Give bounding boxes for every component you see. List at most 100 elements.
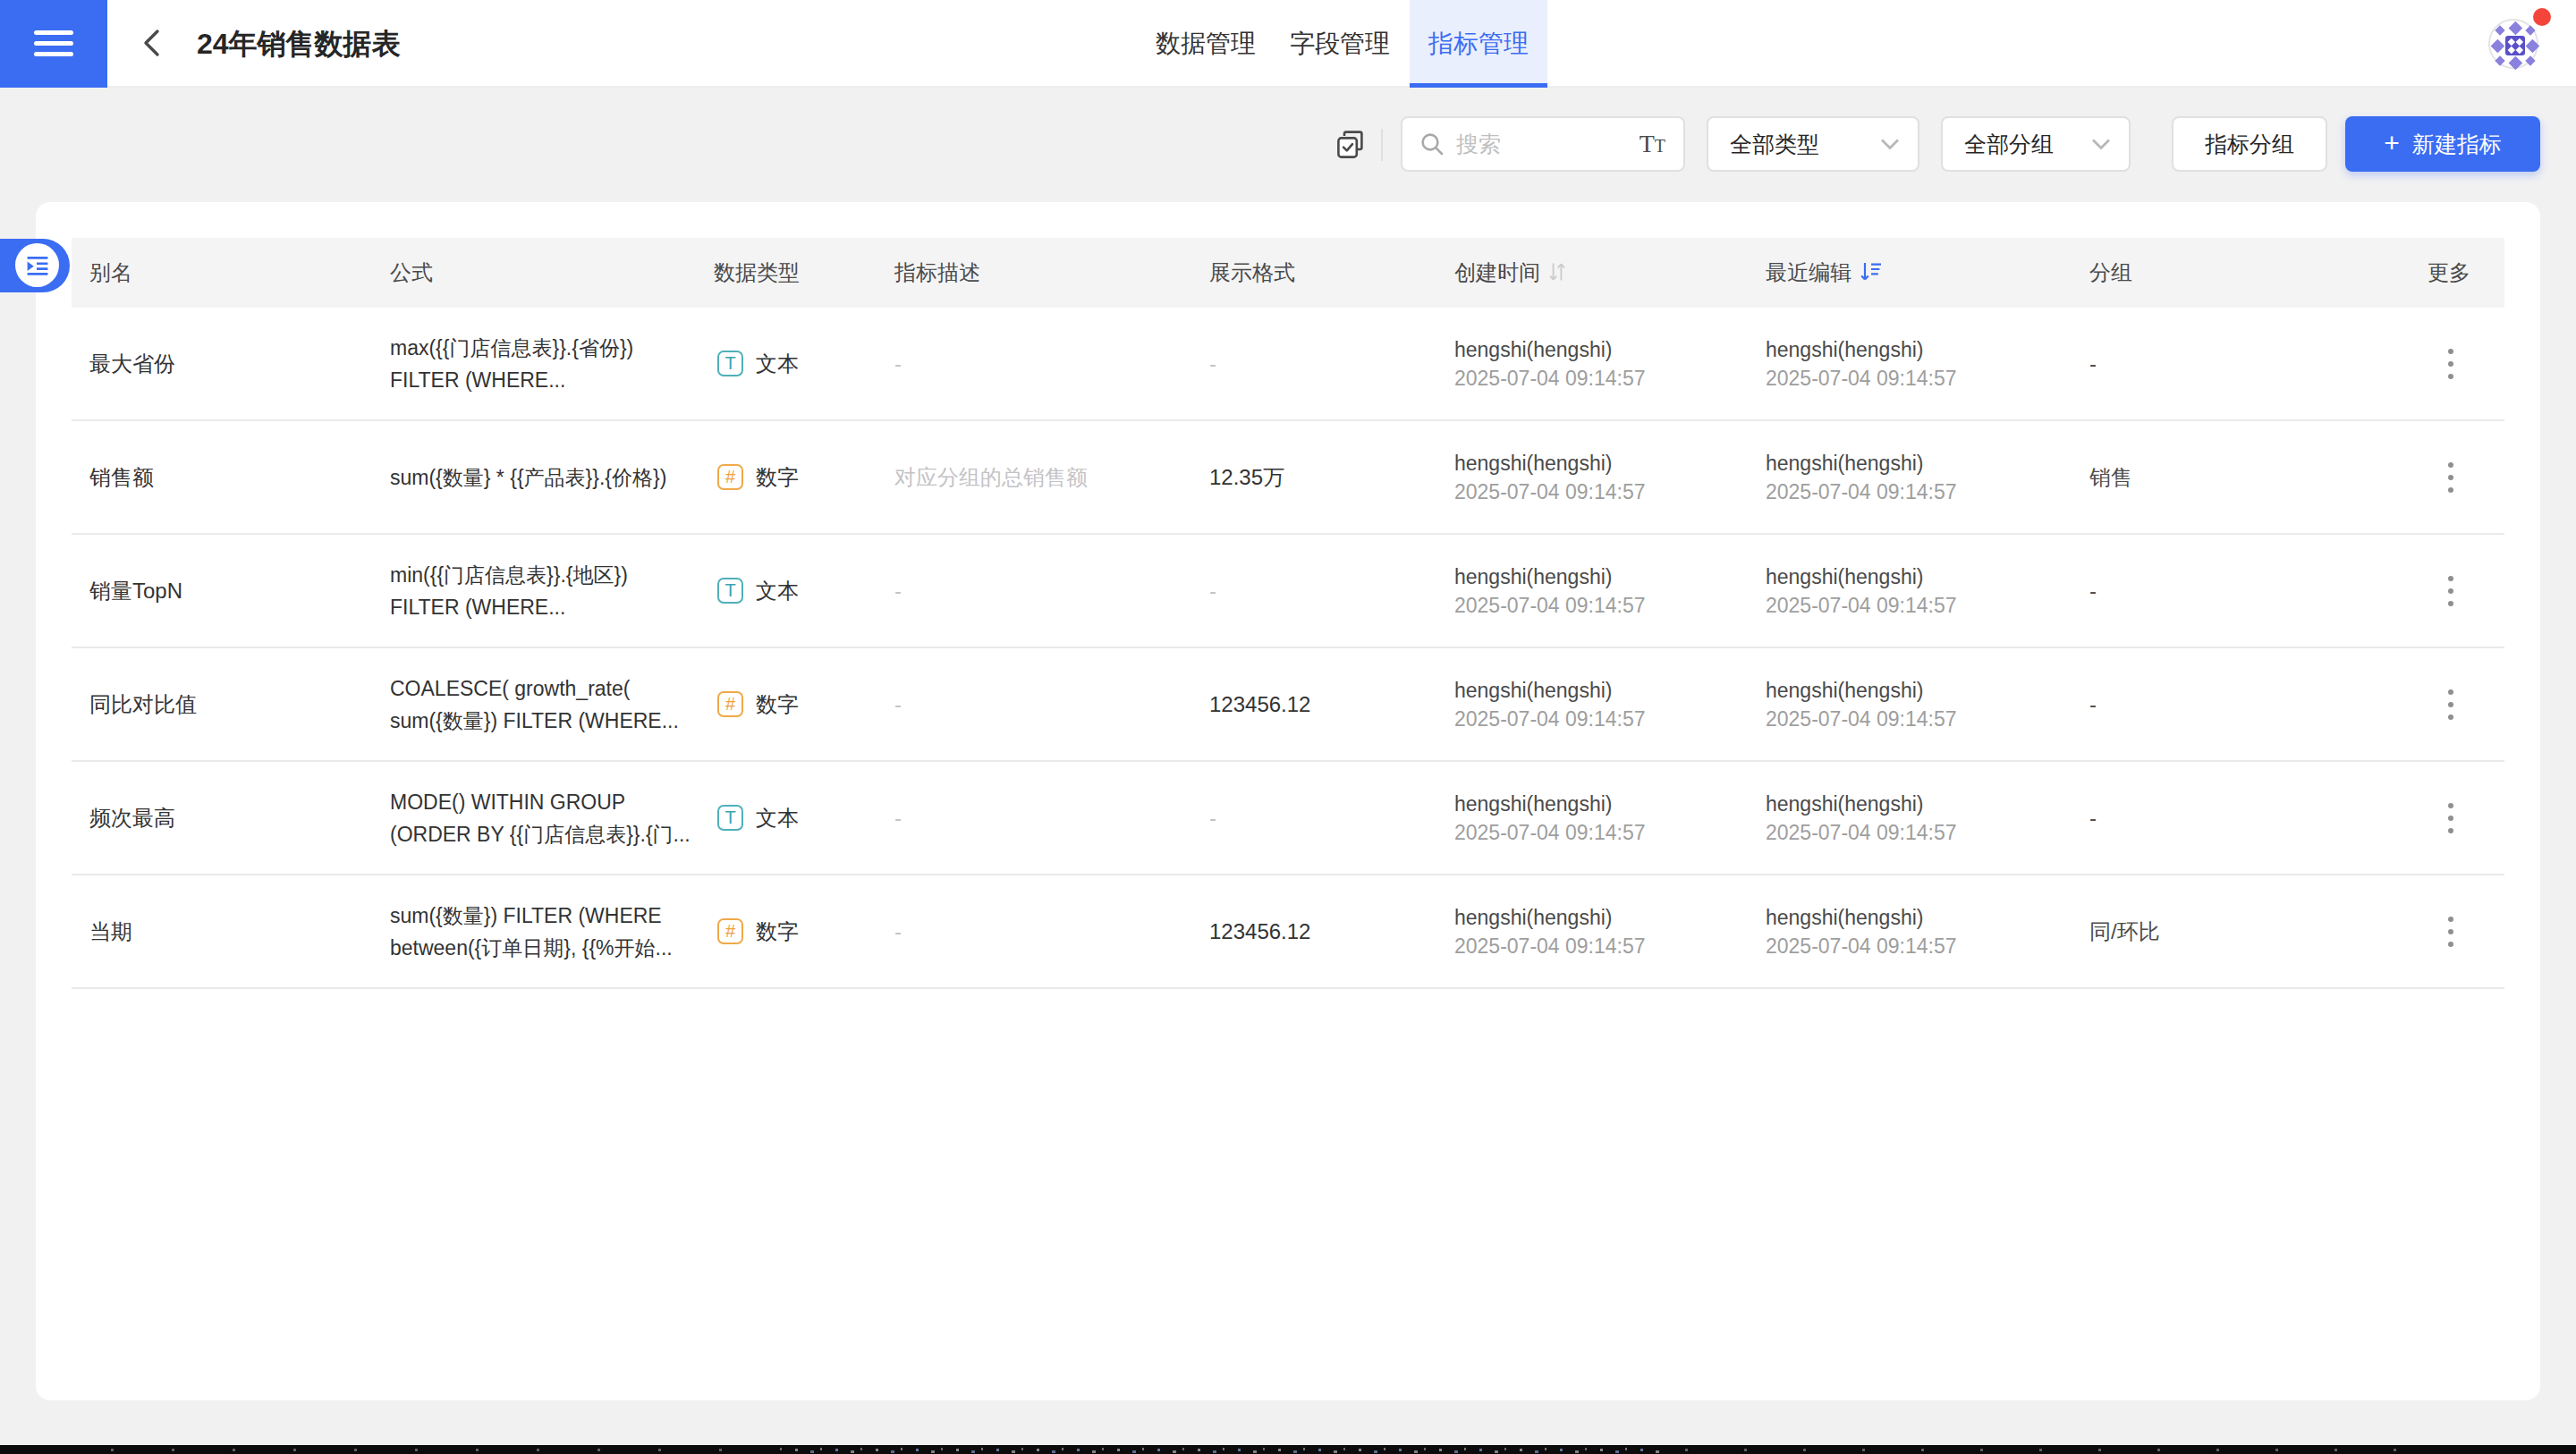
metric-formula: sum({数量}) FILTER (WHEREbetween({订单日期}, {… [390, 875, 673, 987]
more-actions-button[interactable] [2433, 308, 2469, 419]
more-actions-button[interactable] [2433, 875, 2469, 987]
batch-select-icon [1336, 131, 1365, 159]
created-info: hengshi(hengshi)2025-07-04 09:14:57 [1454, 535, 1646, 647]
col-header-description[interactable]: 指标描述 [894, 238, 980, 308]
created-info: hengshi(hengshi)2025-07-04 09:14:57 [1454, 875, 1646, 987]
col-header-edited[interactable]: 最近编辑 [1766, 238, 1883, 308]
more-actions-button[interactable] [2433, 762, 2469, 874]
created-info: hengshi(hengshi)2025-07-04 09:14:57 [1454, 648, 1646, 760]
metric-description: - [894, 762, 902, 874]
metric-datatype: T文本 [717, 762, 799, 874]
hamburger-menu-button[interactable] [0, 0, 107, 88]
more-actions-button[interactable] [2433, 648, 2469, 760]
search-input[interactable]: 搜索 TT [1401, 116, 1685, 172]
more-actions-button[interactable] [2433, 535, 2469, 647]
metric-datatype: T文本 [717, 308, 799, 419]
col-header-more: 更多 [2428, 238, 2470, 308]
metric-alias: 当期 [89, 875, 132, 987]
created-info: hengshi(hengshi)2025-07-04 09:14:57 [1454, 308, 1646, 419]
hamburger-icon [34, 30, 73, 35]
collapse-panel-button[interactable] [0, 239, 70, 292]
col-header-group[interactable]: 分组 [2089, 238, 2132, 308]
number-type-icon: # [717, 464, 743, 490]
number-type-icon: # [717, 918, 743, 944]
plus-icon: + [2384, 128, 2400, 158]
table-row[interactable]: 销售额sum({数量} * {{产品表}}.{价格})#数字对应分组的总销售额1… [72, 421, 2504, 535]
type-filter-value: 全部类型 [1730, 130, 1819, 159]
col-header-alias[interactable]: 别名 [89, 238, 132, 308]
metric-alias: 最大省份 [89, 308, 175, 419]
table-body: 最大省份max({{门店信息表}}.{省份})FILTER (WHERE...T… [72, 308, 2504, 989]
sort-icon[interactable] [1548, 262, 1566, 282]
number-type-icon: # [717, 691, 743, 717]
table-row[interactable]: 当期 sum({数量}) FILTER (WHEREbetween({订单日期},… [72, 875, 2504, 989]
group-filter-value: 全部分组 [1964, 130, 2054, 159]
notification-dot [2533, 8, 2551, 26]
avatar[interactable] [2488, 19, 2538, 69]
search-icon [1420, 132, 1444, 156]
toolbar-divider [1381, 129, 1383, 161]
create-metric-button[interactable]: + 新建指标 [2345, 116, 2540, 172]
metric-alias: 销量TopN [89, 535, 182, 647]
tab-metric-management[interactable]: 指标管理 [1410, 0, 1547, 88]
table-row[interactable]: 同比对比值 COALESCE( growth_rate(sum({数量}) FIL… [72, 648, 2504, 762]
edited-info: hengshi(hengshi)2025-07-04 09:14:57 [1766, 762, 1957, 874]
metric-format: - [1209, 308, 1216, 419]
text-type-icon: T [717, 351, 743, 376]
metric-formula: COALESCE( growth_rate(sum({数量}) FILTER (… [390, 648, 679, 760]
tab-field-management[interactable]: 字段管理 [1290, 0, 1390, 88]
metric-formula: min({{门店信息表}}.{地区})FILTER (WHERE... [390, 535, 628, 647]
batch-select-button[interactable] [1336, 131, 1365, 159]
type-filter-select[interactable]: 全部类型 [1707, 116, 1919, 172]
metric-description: 对应分组的总销售额 [894, 421, 1088, 533]
metric-format: 12.35万 [1209, 421, 1284, 533]
metric-datatype: T文本 [717, 535, 799, 647]
metric-format: - [1209, 762, 1216, 874]
col-header-formula[interactable]: 公式 [390, 238, 433, 308]
metric-format: - [1209, 535, 1216, 647]
metric-format: 123456.12 [1209, 648, 1310, 760]
metric-formula: sum({数量} * {{产品表}}.{价格}) [390, 421, 666, 533]
metric-format: 123456.12 [1209, 875, 1310, 987]
tab-data-management[interactable]: 数据管理 [1156, 0, 1256, 88]
metric-alias: 同比对比值 [89, 648, 197, 760]
metric-description: - [894, 535, 902, 647]
sort-descending-active-icon[interactable] [1860, 262, 1883, 282]
metric-description: - [894, 648, 902, 760]
metric-formula: MODE() WITHIN GROUP(ORDER BY {{门店信息表}}.{… [390, 762, 691, 874]
back-button[interactable] [136, 25, 168, 61]
col-header-created[interactable]: 创建时间 [1454, 238, 1566, 308]
metric-description: - [894, 308, 902, 419]
metric-group: - [2089, 535, 2097, 647]
edited-info: hengshi(hengshi)2025-07-04 09:14:57 [1766, 421, 1957, 533]
edited-info: hengshi(hengshi)2025-07-04 09:14:57 [1766, 308, 1957, 419]
table-row[interactable]: 销量TopN min({{门店信息表}}.{地区})FILTER (WHERE..… [72, 535, 2504, 648]
col-header-format[interactable]: 展示格式 [1209, 238, 1295, 308]
metric-alias: 频次最高 [89, 762, 175, 874]
created-info: hengshi(hengshi)2025-07-04 09:14:57 [1454, 421, 1646, 533]
edited-info: hengshi(hengshi)2025-07-04 09:14:57 [1766, 648, 1957, 760]
outline-toggle-icon [15, 243, 59, 287]
col-header-datatype[interactable]: 数据类型 [714, 238, 800, 308]
metric-description: - [894, 875, 902, 987]
match-case-icon[interactable]: TT [1640, 130, 1665, 158]
created-info: hengshi(hengshi)2025-07-04 09:14:57 [1454, 762, 1646, 874]
metric-datatype: #数字 [717, 875, 799, 987]
chevron-down-icon [2091, 138, 2111, 150]
more-actions-button[interactable] [2433, 421, 2469, 533]
top-navbar: 24年销售数据表 数据管理 字段管理 指标管理 [0, 0, 2576, 88]
metric-group: - [2089, 762, 2097, 874]
metric-datatype: #数字 [717, 421, 799, 533]
metric-group-button[interactable]: 指标分组 [2172, 116, 2327, 172]
metric-group: - [2089, 308, 2097, 419]
text-type-icon: T [717, 805, 743, 831]
table-row[interactable]: 最大省份max({{门店信息表}}.{省份})FILTER (WHERE...T… [72, 308, 2504, 421]
table-row[interactable]: 频次最高 MODE() WITHIN GROUP(ORDER BY {{门店信息表… [72, 762, 2504, 875]
metric-datatype: #数字 [717, 648, 799, 760]
metric-group: 销售 [2089, 421, 2132, 533]
table-header: 别名 公式 数据类型 指标描述 展示格式 创建时间 最近编辑 分组 更多 [72, 238, 2504, 308]
chevron-down-icon [1880, 138, 1900, 150]
app-root: 24年销售数据表 数据管理 字段管理 指标管理 [0, 0, 2576, 1454]
group-filter-select[interactable]: 全部分组 [1941, 116, 2131, 172]
dock-strip [0, 1445, 2576, 1454]
